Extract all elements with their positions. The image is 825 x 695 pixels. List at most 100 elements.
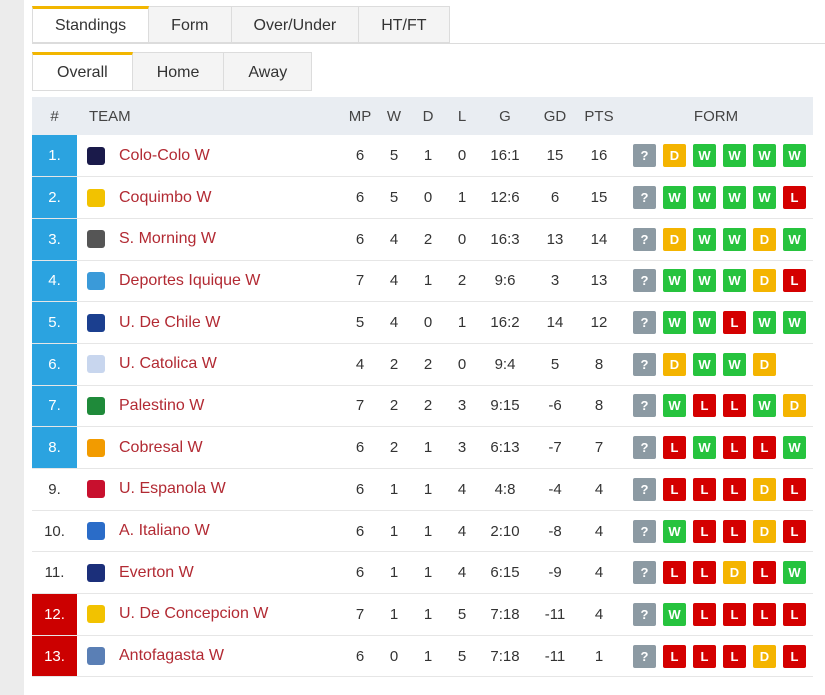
- form-next-match[interactable]: ?: [633, 186, 656, 210]
- form-win[interactable]: W: [753, 144, 776, 168]
- form-next-match[interactable]: ?: [633, 394, 656, 418]
- table-row[interactable]: 11. Everton W 6 1 1 4 6:15 -9 4? L L D L W: [32, 552, 813, 594]
- form-draw[interactable]: D: [663, 352, 686, 376]
- form-win[interactable]: W: [783, 561, 806, 585]
- form-win[interactable]: W: [693, 227, 716, 251]
- form-win[interactable]: W: [723, 144, 746, 168]
- form-win[interactable]: W: [663, 269, 686, 293]
- table-row[interactable]: 5. U. De Chile W 5 4 0 1 16:2 14 12? W W L W W: [32, 301, 813, 344]
- tab-standings[interactable]: Standings: [32, 6, 150, 43]
- form-next-match[interactable]: ?: [633, 352, 656, 376]
- tab-ht-ft[interactable]: HT/FT: [359, 6, 450, 43]
- form-loss[interactable]: L: [693, 477, 716, 501]
- team-link[interactable]: U. Espanola W: [119, 480, 226, 498]
- form-loss[interactable]: L: [753, 602, 776, 626]
- form-draw[interactable]: D: [663, 227, 686, 251]
- form-loss[interactable]: L: [723, 602, 746, 626]
- form-draw[interactable]: D: [753, 227, 776, 251]
- form-loss[interactable]: L: [753, 436, 776, 460]
- form-win[interactable]: W: [783, 311, 806, 335]
- form-loss[interactable]: L: [663, 644, 686, 668]
- team-link[interactable]: U. Catolica W: [119, 355, 217, 373]
- subtab-overall[interactable]: Overall: [32, 52, 133, 91]
- form-loss[interactable]: L: [753, 561, 776, 585]
- form-win[interactable]: W: [783, 144, 806, 168]
- form-loss[interactable]: L: [663, 477, 686, 501]
- form-loss[interactable]: L: [783, 644, 806, 668]
- table-row[interactable]: 8. Cobresal W 6 2 1 3 6:13 -7 7? L W L L W: [32, 426, 813, 469]
- form-loss[interactable]: L: [663, 436, 686, 460]
- form-next-match[interactable]: ?: [633, 311, 656, 335]
- form-loss[interactable]: L: [693, 602, 716, 626]
- form-draw[interactable]: D: [753, 477, 776, 501]
- form-win[interactable]: W: [693, 144, 716, 168]
- form-win[interactable]: W: [693, 186, 716, 210]
- form-loss[interactable]: L: [723, 644, 746, 668]
- team-link[interactable]: S. Morning W: [119, 230, 216, 248]
- form-win[interactable]: W: [693, 352, 716, 376]
- form-draw[interactable]: D: [783, 394, 806, 418]
- table-row[interactable]: 4. Deportes Iquique W 7 4 1 2 9:6 3 13? W W W D L: [32, 260, 813, 302]
- form-loss[interactable]: L: [723, 519, 746, 543]
- form-draw[interactable]: D: [753, 352, 776, 376]
- form-win[interactable]: W: [693, 436, 716, 460]
- form-loss[interactable]: L: [723, 394, 746, 418]
- team-link[interactable]: Coquimbo W: [119, 189, 211, 207]
- table-row[interactable]: 6. U. Catolica W 4 2 2 0 9:4 5 8? D W W D: [32, 343, 813, 386]
- form-loss[interactable]: L: [783, 477, 806, 501]
- form-loss[interactable]: L: [693, 519, 716, 543]
- form-loss[interactable]: L: [693, 394, 716, 418]
- form-loss[interactable]: L: [663, 561, 686, 585]
- form-next-match[interactable]: ?: [633, 269, 656, 293]
- form-win[interactable]: W: [723, 352, 746, 376]
- form-draw[interactable]: D: [663, 144, 686, 168]
- form-win[interactable]: W: [663, 186, 686, 210]
- form-win[interactable]: W: [663, 394, 686, 418]
- form-win[interactable]: W: [753, 311, 776, 335]
- table-row[interactable]: 7. Palestino W 7 2 2 3 9:15 -6 8? W L L W D: [32, 385, 813, 427]
- form-draw[interactable]: D: [753, 519, 776, 543]
- table-row[interactable]: 2. Coquimbo W 6 5 0 1 12:6 6 15? W W W W L: [32, 176, 813, 219]
- form-next-match[interactable]: ?: [633, 477, 656, 501]
- table-row[interactable]: 1. Colo-Colo W 6 5 1 0 16:1 15 16? D W W W W: [32, 135, 813, 177]
- form-win[interactable]: W: [753, 186, 776, 210]
- table-row[interactable]: 9. U. Espanola W 6 1 1 4 4:8 -4 4? L L L D L: [32, 469, 813, 511]
- form-next-match[interactable]: ?: [633, 519, 656, 543]
- form-next-match[interactable]: ?: [633, 602, 656, 626]
- team-link[interactable]: Cobresal W: [119, 439, 203, 457]
- subtab-home[interactable]: Home: [132, 52, 225, 91]
- form-loss[interactable]: L: [723, 436, 746, 460]
- form-win[interactable]: W: [723, 186, 746, 210]
- form-win[interactable]: W: [663, 311, 686, 335]
- table-row[interactable]: 12. U. De Concepcion W 7 1 1 5 7:18 -11 4? W L L L L: [32, 593, 813, 636]
- table-row[interactable]: 10. A. Italiano W 6 1 1 4 2:10 -8 4? W L L D L: [32, 510, 813, 552]
- form-next-match[interactable]: ?: [633, 561, 656, 585]
- form-loss[interactable]: L: [783, 269, 806, 293]
- form-win[interactable]: W: [663, 519, 686, 543]
- tab-over-under[interactable]: Over/Under: [231, 6, 360, 43]
- team-link[interactable]: Palestino W: [119, 397, 204, 415]
- team-link[interactable]: U. De Concepcion W: [119, 605, 268, 623]
- team-link[interactable]: Colo-Colo W: [119, 147, 210, 165]
- form-draw[interactable]: D: [753, 269, 776, 293]
- table-row[interactable]: 13. Antofagasta W 6 0 1 5 7:18 -11 1? L L L D L: [32, 635, 813, 677]
- form-win[interactable]: W: [783, 436, 806, 460]
- team-link[interactable]: U. De Chile W: [119, 314, 220, 332]
- form-loss[interactable]: L: [783, 186, 806, 210]
- form-loss[interactable]: L: [723, 477, 746, 501]
- form-win[interactable]: W: [693, 269, 716, 293]
- form-win[interactable]: W: [693, 311, 716, 335]
- team-link[interactable]: Antofagasta W: [119, 647, 224, 665]
- team-link[interactable]: A. Italiano W: [119, 522, 210, 540]
- form-loss[interactable]: L: [783, 602, 806, 626]
- form-next-match[interactable]: ?: [633, 144, 656, 168]
- form-loss[interactable]: L: [693, 644, 716, 668]
- form-loss[interactable]: L: [783, 519, 806, 543]
- form-loss[interactable]: L: [693, 561, 716, 585]
- form-next-match[interactable]: ?: [633, 644, 656, 668]
- form-win[interactable]: W: [753, 394, 776, 418]
- form-win[interactable]: W: [783, 227, 806, 251]
- form-win[interactable]: W: [723, 269, 746, 293]
- form-win[interactable]: W: [663, 602, 686, 626]
- form-loss[interactable]: L: [723, 311, 746, 335]
